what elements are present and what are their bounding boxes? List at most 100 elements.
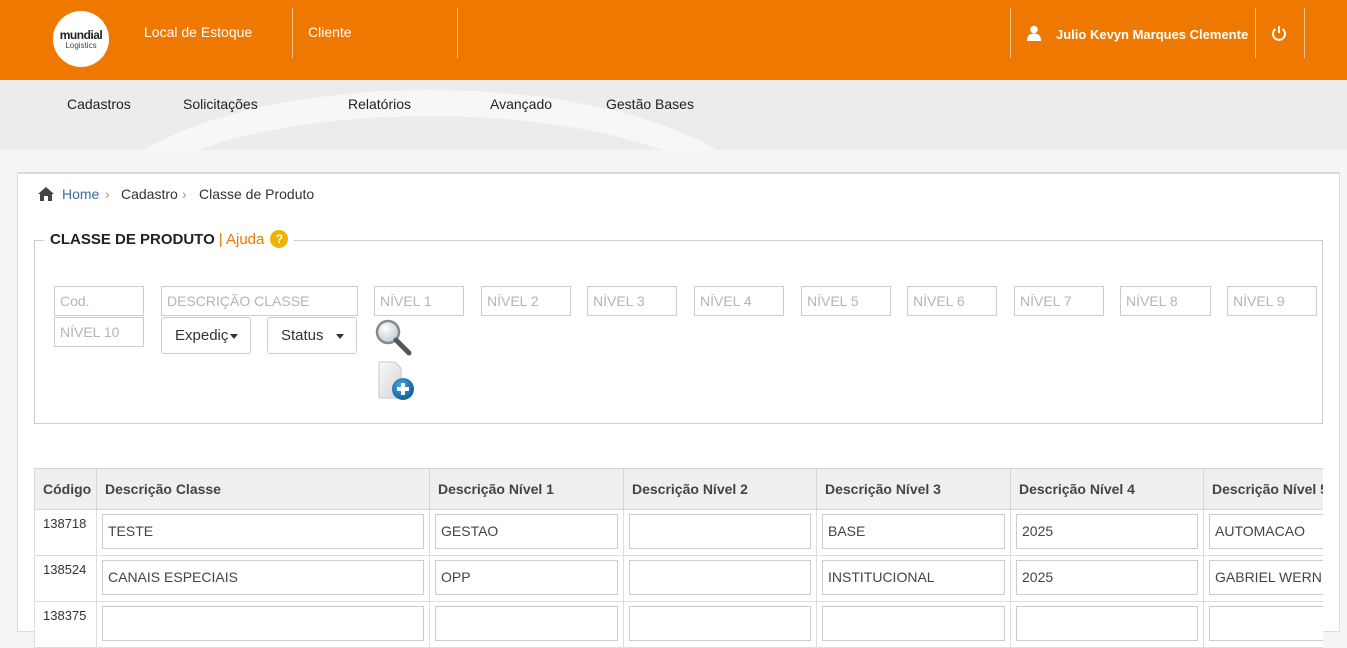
codigo-cell: 138524: [34, 555, 97, 602]
nivel3-field[interactable]: BASE: [822, 514, 1005, 549]
user-icon: [1027, 25, 1041, 41]
cell: OPP: [429, 555, 624, 602]
cell: [623, 555, 817, 602]
question-icon[interactable]: ?: [270, 230, 289, 248]
cell: [623, 509, 817, 556]
nivel1-field[interactable]: GESTAO: [435, 514, 618, 549]
cell: GABRIEL WERNECK: [1203, 555, 1323, 602]
table-row: 138375: [34, 601, 1323, 648]
breadcrumb-current: Classe de Produto: [199, 186, 315, 202]
nivel8-input[interactable]: [1120, 286, 1211, 316]
column-header[interactable]: Código: [34, 468, 97, 510]
column-header[interactable]: Descrição Nível 2: [623, 468, 817, 510]
help-link[interactable]: | Ajuda: [219, 231, 265, 248]
nivel5-field[interactable]: AUTOMACAO: [1209, 514, 1323, 549]
local-estoque-link[interactable]: Local de Estoque: [144, 24, 252, 40]
cell: [1203, 601, 1323, 648]
logo-text: mundial: [59, 27, 103, 42]
nivel9-input[interactable]: [1227, 286, 1317, 316]
nivel2-field[interactable]: [629, 606, 811, 641]
codigo-cell: 138375: [34, 601, 97, 648]
status-dropdown[interactable]: Status: [267, 317, 357, 354]
cell: 2025: [1010, 555, 1204, 602]
user-name[interactable]: Julio Kevyn Marques Clemente: [1056, 27, 1248, 42]
expedicao-label: Expediç: [175, 327, 229, 344]
cell: [816, 601, 1011, 648]
magnifier-icon[interactable]: [374, 318, 414, 358]
table-header-row: Código Descrição Classe Descrição Nível …: [34, 468, 1323, 510]
nivel2-field[interactable]: [629, 514, 811, 549]
divider: [1255, 8, 1256, 58]
power-icon[interactable]: [1271, 25, 1287, 41]
cod-input[interactable]: [54, 286, 144, 316]
content-panel: Home › Cadastro › Classe de Produto CLAS…: [17, 172, 1340, 648]
home-icon[interactable]: [37, 186, 55, 202]
nav-solicitacoes[interactable]: Solicitações: [183, 96, 258, 112]
nivel4-field[interactable]: 2025: [1016, 560, 1198, 595]
cell: 2025: [1010, 509, 1204, 556]
column-header[interactable]: Descrição Nível 3: [816, 468, 1011, 510]
nivel2-input[interactable]: [481, 286, 571, 316]
nav-avancado[interactable]: Avançado: [490, 96, 552, 112]
cell: CANAIS ESPECIAIS: [96, 555, 430, 602]
page-title: CLASSE DE PRODUTO: [50, 230, 215, 248]
divider: [1304, 8, 1305, 58]
nivel5-field[interactable]: GABRIEL WERNECK: [1209, 560, 1323, 595]
column-header[interactable]: Descrição Nível 4: [1010, 468, 1204, 510]
nivel4-input[interactable]: [694, 286, 784, 316]
main-nav: Cadastros Solicitações Relatórios Avança…: [0, 80, 1347, 150]
column-header[interactable]: Descrição Nível 1: [429, 468, 624, 510]
logo-subtext: Logistics: [65, 40, 97, 50]
nivel4-field[interactable]: 2025: [1016, 514, 1198, 549]
cell: BASE: [816, 509, 1011, 556]
table-row: 138718 TESTE GESTAO BASE 2025 AUTOMACAO: [34, 509, 1323, 556]
divider: [1010, 8, 1011, 58]
nivel3-field[interactable]: INSTITUCIONAL: [822, 560, 1005, 595]
breadcrumb-home[interactable]: Home: [62, 186, 99, 202]
nivel5-field[interactable]: [1209, 606, 1323, 641]
classe-field[interactable]: TESTE: [102, 514, 424, 549]
cell: [623, 601, 817, 648]
top-bar: mundial Logistics Local de Estoque Clien…: [0, 0, 1347, 80]
cell: TESTE: [96, 509, 430, 556]
chevron-down-icon: [230, 334, 238, 339]
add-document-icon[interactable]: [377, 358, 417, 402]
nivel3-field[interactable]: [822, 606, 1005, 641]
cell: GESTAO: [429, 509, 624, 556]
breadcrumb-separator: ›: [105, 186, 110, 202]
nivel1-input[interactable]: [374, 286, 464, 316]
nav-cadastros[interactable]: Cadastros: [67, 96, 131, 112]
cell: [96, 601, 430, 648]
classe-field[interactable]: CANAIS ESPECIAIS: [102, 560, 424, 595]
classe-field[interactable]: [102, 606, 424, 641]
cell: AUTOMACAO: [1203, 509, 1323, 556]
nivel3-input[interactable]: [587, 286, 677, 316]
cell: [429, 601, 624, 648]
nivel2-field[interactable]: [629, 560, 811, 595]
nivel7-input[interactable]: [1014, 286, 1104, 316]
expedicao-dropdown[interactable]: Expediç: [161, 317, 251, 354]
nivel1-field[interactable]: [435, 606, 618, 641]
table-row: 138524 CANAIS ESPECIAIS OPP INSTITUCIONA…: [34, 555, 1323, 602]
status-label: Status: [281, 327, 324, 344]
nivel4-field[interactable]: [1016, 606, 1198, 641]
nivel6-input[interactable]: [907, 286, 997, 316]
nivel1-field[interactable]: OPP: [435, 560, 618, 595]
column-header[interactable]: Descrição Classe: [96, 468, 430, 510]
divider: [457, 8, 458, 58]
nav-gestao-bases[interactable]: Gestão Bases: [606, 96, 694, 112]
chevron-down-icon: [336, 334, 344, 339]
cell: [1010, 601, 1204, 648]
nivel10-input[interactable]: [54, 317, 144, 347]
nav-relatorios[interactable]: Relatórios: [348, 96, 411, 112]
cliente-link[interactable]: Cliente: [308, 24, 352, 40]
descricao-classe-input[interactable]: [161, 286, 358, 316]
column-header[interactable]: Descrição Nível 5: [1203, 468, 1323, 510]
codigo-cell: 138718: [34, 509, 97, 556]
breadcrumb-cadastro[interactable]: Cadastro: [121, 186, 178, 202]
cell: INSTITUCIONAL: [816, 555, 1011, 602]
results-table: Código Descrição Classe Descrição Nível …: [34, 468, 1323, 648]
filter-legend: CLASSE DE PRODUTO | Ajuda ?: [44, 230, 295, 248]
mundial-logo[interactable]: mundial Logistics: [53, 11, 109, 67]
nivel5-input[interactable]: [801, 286, 891, 316]
